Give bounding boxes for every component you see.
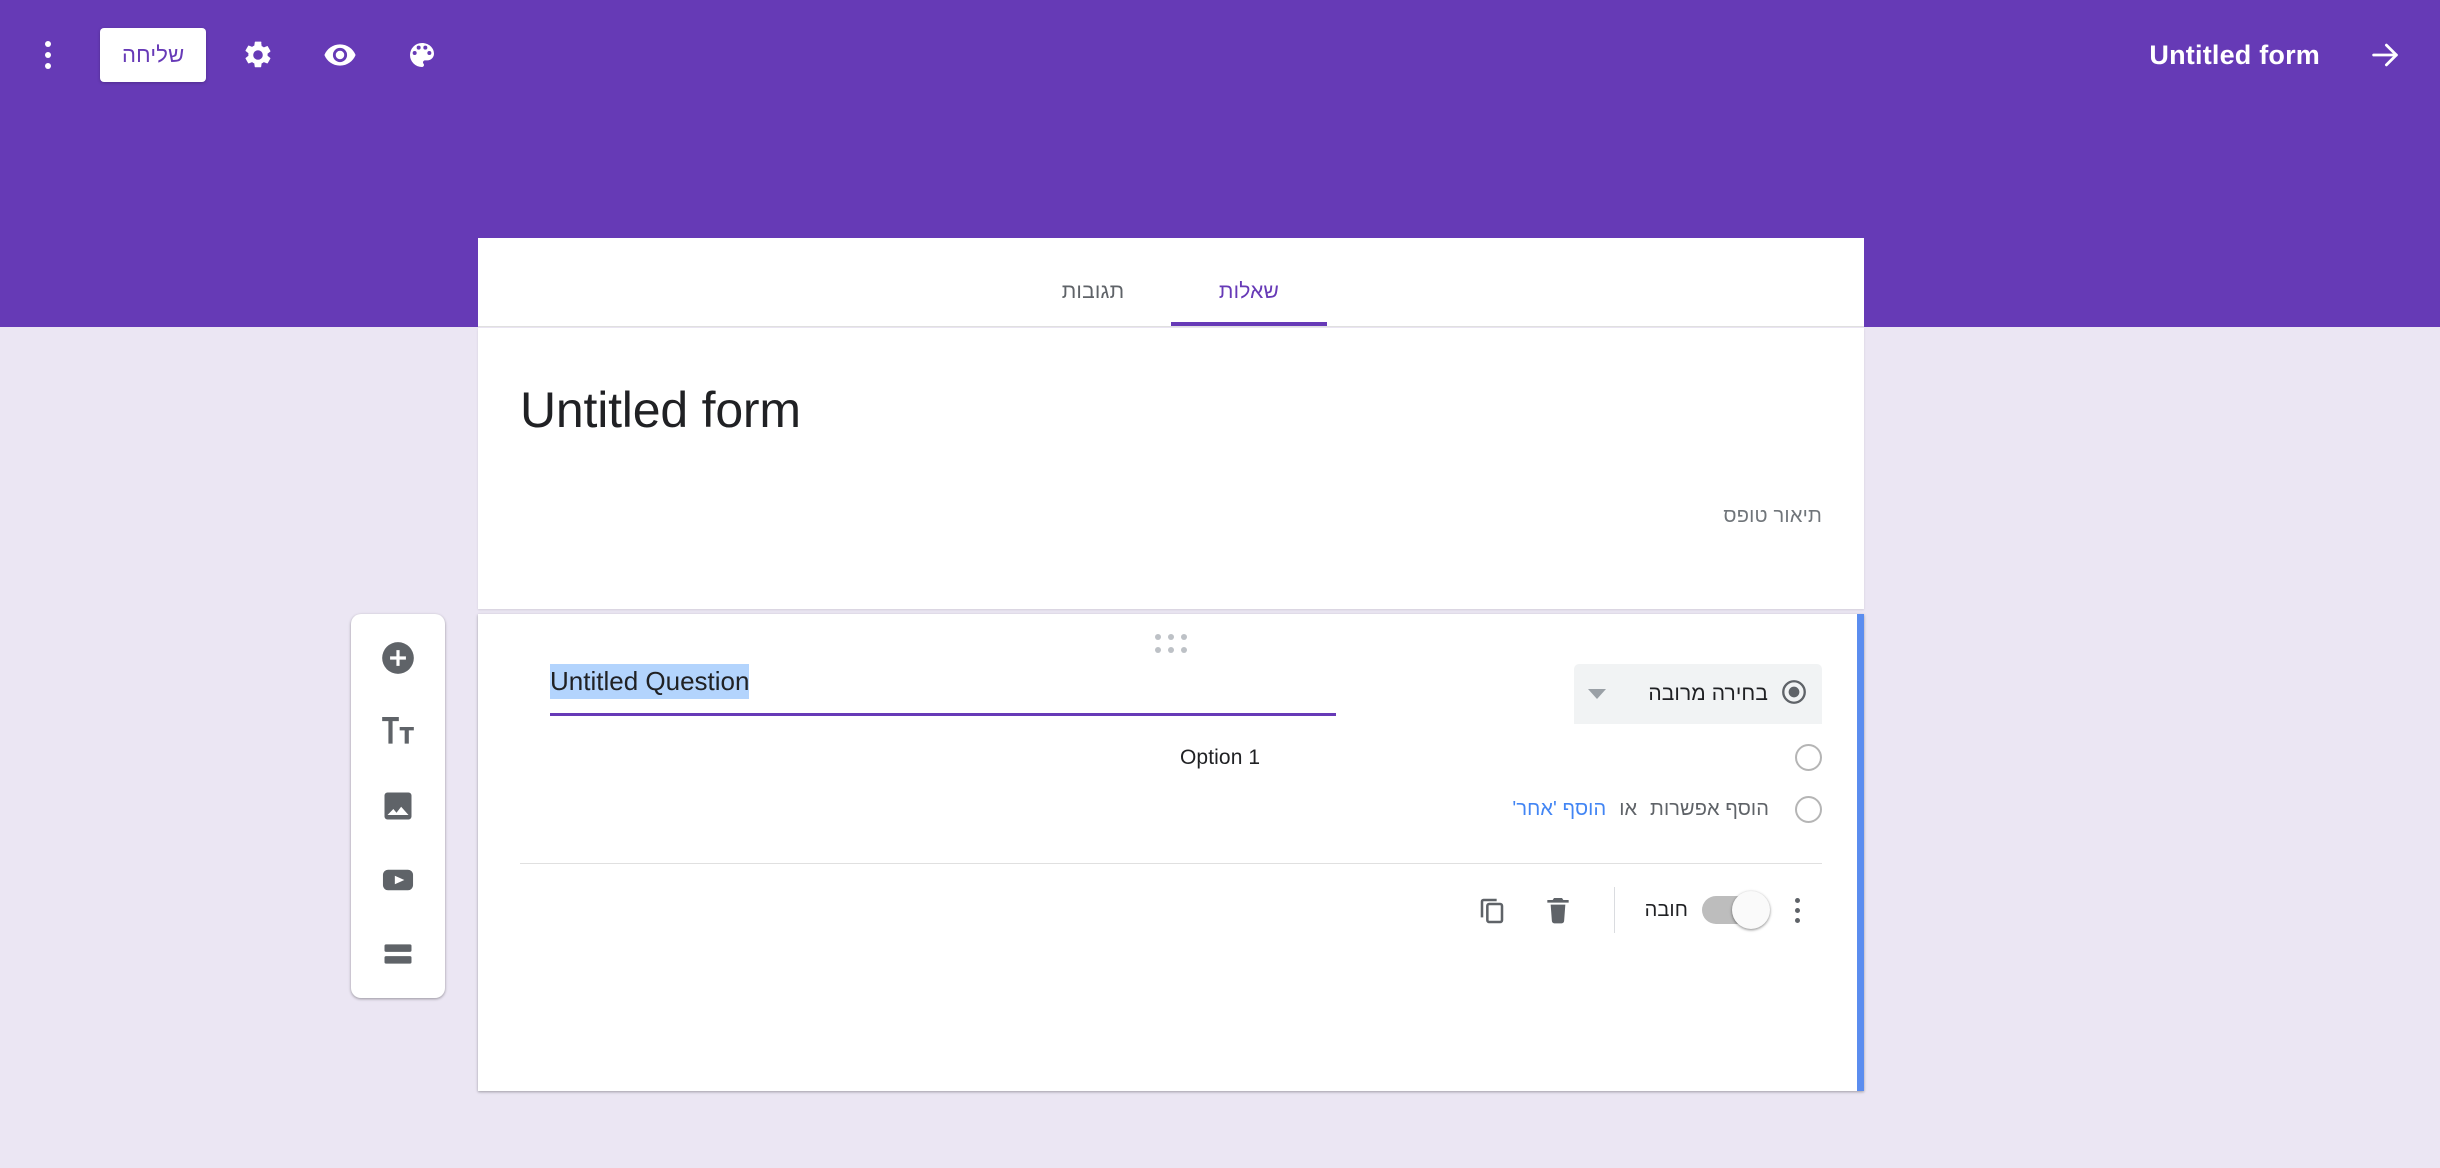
eye-icon[interactable] — [310, 25, 370, 85]
form-title-input[interactable]: Untitled form — [520, 380, 1822, 440]
kebab-dot — [45, 63, 51, 69]
radio-empty-icon — [1795, 796, 1822, 823]
kebab-dot — [1794, 917, 1800, 923]
kebab-dot — [1794, 897, 1800, 903]
tab-questions-label: שאלות — [1218, 280, 1280, 303]
option-label-wrapper: Option 1 — [520, 746, 1769, 770]
video-icon[interactable] — [372, 854, 424, 906]
more-vert-icon[interactable] — [1772, 885, 1822, 935]
drag-dots-icon[interactable] — [478, 634, 1864, 653]
header-right-group: Untitled form — [2149, 0, 2414, 110]
add-other-button[interactable]: הוסף 'אחר' — [1512, 798, 1606, 821]
tab-responses[interactable]: תגובות — [1015, 258, 1171, 326]
radio-empty-icon — [1795, 744, 1822, 771]
trash-icon[interactable] — [1532, 884, 1584, 936]
drag-dot — [1155, 634, 1161, 640]
question-type-select[interactable]: בחירה מרובה — [1574, 664, 1822, 724]
add-item-toolbar — [351, 614, 445, 998]
section-icon[interactable] — [372, 928, 424, 980]
toggle-knob — [1732, 891, 1770, 929]
option-1-input[interactable]: Option 1 — [1180, 746, 1260, 770]
header-form-title: Untitled form — [2149, 39, 2320, 70]
required-toggle[interactable] — [1702, 891, 1770, 929]
drag-dot — [1155, 647, 1161, 653]
question-title-input[interactable]: Untitled Question — [550, 664, 750, 699]
forms-editor-page: שליחה Untitled form שאלות תגובות Untitle… — [0, 0, 2440, 1168]
radio-button-icon — [1780, 678, 1808, 711]
chevron-down-icon — [1588, 689, 1606, 699]
drag-dot — [1181, 647, 1187, 653]
kebab-dot — [45, 52, 51, 58]
question-footer-toolbar: חובה — [478, 864, 1864, 936]
drag-dot — [1181, 634, 1187, 640]
footer-separator — [1613, 887, 1615, 933]
add-option-row: הוסף אפשרות או הוסף 'אחר' — [478, 771, 1864, 823]
arrow-right-icon[interactable] — [2356, 26, 2414, 84]
palette-icon[interactable] — [392, 25, 452, 85]
option-row[interactable]: Option 1 — [478, 724, 1864, 771]
header-left-group: שליחה — [0, 0, 452, 110]
form-description-input[interactable]: תיאור טופס — [520, 505, 1822, 528]
question-header-row: בחירה מרובה Untitled Question — [478, 614, 1864, 724]
kebab-dot — [1794, 907, 1800, 913]
question-title-wrapper: Untitled Question — [550, 664, 1336, 716]
tab-responses-label: תגובות — [1061, 280, 1125, 303]
question-type-label: בחירה מרובה — [1648, 682, 1768, 705]
drag-dot — [1168, 634, 1174, 640]
kebab-dot — [45, 41, 51, 47]
add-option-button[interactable]: הוסף אפשרות — [1650, 798, 1769, 821]
copy-icon[interactable] — [1466, 884, 1518, 936]
title-text-icon[interactable] — [372, 706, 424, 758]
gear-icon[interactable] — [228, 25, 288, 85]
or-separator-label: או — [1619, 798, 1638, 820]
drag-dot — [1168, 647, 1174, 653]
tab-questions[interactable]: שאלות — [1171, 258, 1327, 326]
active-card-indicator — [1857, 614, 1864, 1091]
send-button[interactable]: שליחה — [100, 28, 207, 82]
add-circle-icon[interactable] — [372, 632, 424, 684]
more-vert-icon[interactable] — [20, 27, 76, 83]
editor-tabs: שאלות תגובות — [478, 238, 1864, 327]
question-card[interactable]: בחירה מרובה Untitled Question Option 1 ה… — [478, 614, 1864, 1091]
required-label: חובה — [1644, 898, 1688, 921]
question-title-underline — [550, 712, 1336, 716]
image-icon[interactable] — [372, 780, 424, 832]
form-header-card: Untitled form תיאור טופס — [478, 328, 1864, 609]
